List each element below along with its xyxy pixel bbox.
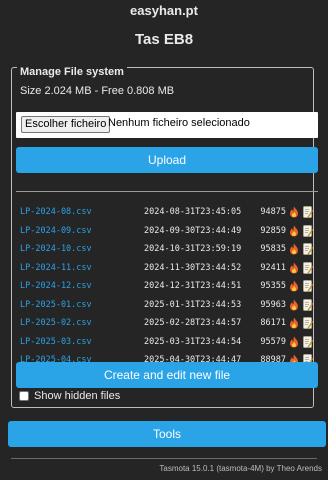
file-name-link[interactable]: LP-2024-11.csv bbox=[20, 263, 92, 273]
fire-icon[interactable] bbox=[289, 280, 299, 292]
fire-icon[interactable] bbox=[289, 225, 299, 237]
file-name-link[interactable]: LP-2025-01.csv bbox=[20, 300, 92, 310]
file-date: 2024-10-31T23:59:19 bbox=[144, 244, 242, 254]
file-name-link[interactable]: LP-2024-08.csv bbox=[20, 207, 92, 217]
file-size: 95355 bbox=[260, 281, 286, 291]
edit-icon[interactable] bbox=[303, 335, 314, 348]
file-row: LP-2024-11.csv 2024-11-30T23:44:52 92411 bbox=[16, 260, 318, 276]
file-size: 95579 bbox=[260, 336, 286, 347]
file-input[interactable]: Escolher ficheiro Nenhum ficheiro seleci… bbox=[16, 112, 318, 138]
file-name-link[interactable]: LP-2025-03.csv bbox=[20, 337, 92, 347]
file-size: 95963 bbox=[260, 299, 286, 310]
fs-size-text: Size 2.024 MB - Free 0.808 MB bbox=[20, 85, 175, 97]
edit-icon[interactable] bbox=[303, 261, 314, 274]
fire-icon[interactable] bbox=[289, 206, 299, 218]
show-hidden-checkbox[interactable] bbox=[19, 391, 29, 401]
file-size: 94875 bbox=[260, 207, 286, 217]
file-row: LP-2025-02.csv 2025-02-28T23:44:57 86171 bbox=[16, 315, 318, 331]
choose-file-button[interactable]: Escolher ficheiro bbox=[21, 116, 111, 133]
file-date: 2025-02-28T23:44:57 bbox=[144, 318, 242, 328]
file-name-link[interactable]: LP-2024-09.csv bbox=[20, 226, 92, 236]
file-row: LP-2025-01.csv 2025-01-31T23:44:53 95963 bbox=[16, 297, 318, 313]
fire-icon[interactable] bbox=[289, 336, 299, 348]
edit-icon[interactable] bbox=[303, 206, 314, 218]
edit-icon[interactable] bbox=[303, 224, 314, 237]
file-name-link[interactable]: LP-2024-12.csv bbox=[20, 281, 92, 291]
device-title: Tas EB8 bbox=[134, 31, 194, 48]
edit-icon[interactable] bbox=[303, 243, 314, 255]
file-date: 2024-12-31T23:44:51 bbox=[144, 281, 242, 291]
fire-icon[interactable] bbox=[289, 262, 299, 274]
file-size: 92411 bbox=[260, 262, 286, 273]
file-row: LP-2024-09.csv 2024-09-30T23:44:49 92859 bbox=[16, 223, 318, 239]
file-row: LP-2024-10.csv 2024-10-31T23:59:19 95835 bbox=[16, 241, 318, 257]
footer-text: Tasmota 15.0.1 (tasmota-4M) by Theo Aren… bbox=[159, 464, 322, 473]
fire-icon[interactable] bbox=[289, 243, 299, 255]
fire-icon[interactable] bbox=[289, 299, 299, 311]
file-date: 2025-03-31T23:44:54 bbox=[144, 336, 242, 347]
file-size: 95835 bbox=[260, 244, 286, 254]
edit-icon[interactable] bbox=[303, 298, 314, 311]
site-name: easyhan.pt bbox=[130, 3, 198, 18]
divider bbox=[16, 191, 318, 192]
fire-icon[interactable] bbox=[289, 317, 299, 329]
footer-divider bbox=[11, 458, 317, 459]
file-date: 2025-01-31T23:44:53 bbox=[144, 299, 242, 310]
tools-button[interactable]: Tools bbox=[8, 421, 326, 447]
edit-icon[interactable] bbox=[303, 317, 314, 329]
file-date: 2024-09-30T23:44:49 bbox=[144, 225, 242, 236]
file-date: 2024-08-31T23:45:05 bbox=[144, 207, 242, 217]
edit-icon[interactable] bbox=[303, 280, 314, 292]
file-row: LP-2024-12.csv 2024-12-31T23:44:51 95355 bbox=[16, 278, 318, 294]
file-date: 2024-11-30T23:44:52 bbox=[144, 262, 242, 273]
manage-fs-legend: Manage File system bbox=[17, 66, 127, 78]
file-row: LP-2024-08.csv 2024-08-31T23:45:05 94875 bbox=[16, 204, 318, 220]
file-name-link[interactable]: LP-2024-10.csv bbox=[20, 244, 92, 254]
no-file-selected-text: Nenhum ficheiro selecionado bbox=[108, 117, 250, 129]
file-row: LP-2025-03.csv 2025-03-31T23:44:54 95579 bbox=[16, 334, 318, 350]
file-size: 92859 bbox=[260, 225, 286, 236]
file-size: 86171 bbox=[260, 318, 286, 328]
upload-button[interactable]: Upload bbox=[16, 147, 318, 173]
file-list[interactable]: LP-2024-08.csv 2024-08-31T23:45:05 94875 LP… bbox=[16, 198, 318, 364]
show-hidden-label[interactable]: Show hidden files bbox=[34, 390, 120, 402]
create-edit-file-button[interactable]: Create and edit new file bbox=[16, 362, 318, 388]
file-name-link[interactable]: LP-2025-02.csv bbox=[20, 318, 92, 328]
